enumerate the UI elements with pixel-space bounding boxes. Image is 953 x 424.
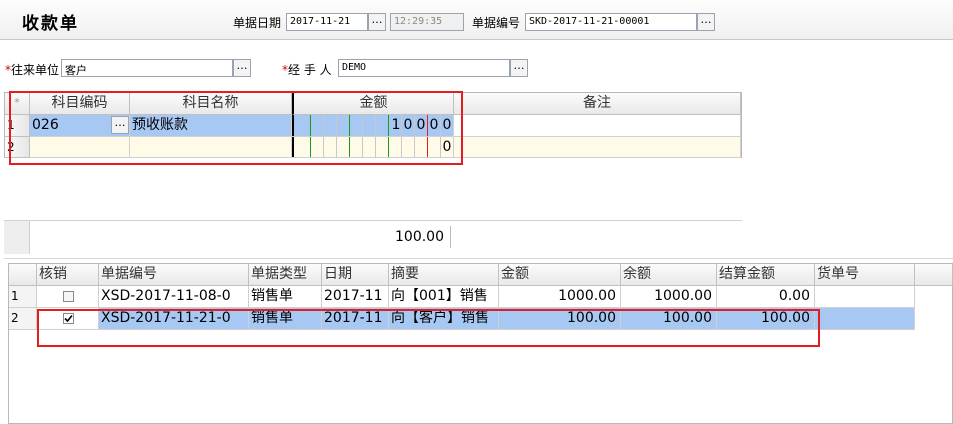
partner-label: 往来单位: [11, 63, 60, 77]
cell-settle[interactable]: 0.00: [717, 286, 815, 308]
grid-corner-bottom: [9, 264, 37, 286]
partner-label-wrap: *往来单位: [5, 61, 59, 78]
splitter-handle[interactable]: ....: [670, 252, 684, 261]
col-amount-bottom[interactable]: 金额: [499, 264, 621, 286]
verify-checkbox[interactable]: [63, 291, 74, 302]
splitter-line[interactable]: [4, 258, 953, 259]
cell-docno[interactable]: XSD-2017-11-08-0: [99, 286, 249, 308]
cell-cargo[interactable]: [815, 286, 915, 308]
cell-remark[interactable]: [454, 137, 741, 158]
cell-verify[interactable]: [37, 286, 99, 308]
date-label: 单据日期: [233, 16, 282, 30]
handler-input[interactable]: DEMO: [338, 59, 510, 77]
cell-balance[interactable]: 1000.00: [621, 286, 717, 308]
footer-row-header: [4, 221, 30, 254]
grid-footer: 100.00: [4, 220, 742, 254]
cell-amount-bottom[interactable]: 1000.00: [499, 286, 621, 308]
row-number: 1: [9, 286, 37, 308]
col-date[interactable]: 日期: [322, 264, 389, 286]
cell-remark[interactable]: [454, 115, 741, 137]
col-filler: [915, 264, 953, 286]
row-number: 2: [9, 308, 37, 330]
col-balance[interactable]: 余额: [621, 264, 717, 286]
col-doctype[interactable]: 单据类型: [249, 264, 322, 286]
time-field: 12:29:35: [390, 13, 464, 31]
cell-doctype[interactable]: 销售单: [249, 286, 322, 308]
cell-summary[interactable]: 向【001】销售: [389, 286, 499, 308]
cell-cargo[interactable]: [815, 308, 915, 330]
cell-date[interactable]: 2017-11: [322, 286, 389, 308]
partner-select-button[interactable]: …: [233, 59, 251, 77]
date-picker-button[interactable]: …: [368, 13, 386, 31]
page-title: 收款单: [22, 14, 79, 34]
highlight-box-top: [9, 91, 463, 165]
col-summary[interactable]: 摘要: [389, 264, 499, 286]
footer-divider: [450, 226, 451, 248]
amount-total: 100.00: [395, 229, 444, 245]
docno-button[interactable]: …: [697, 13, 715, 31]
highlight-box-bottom: [37, 309, 820, 347]
col-verify[interactable]: 核销: [37, 264, 99, 286]
docno-label: 单据编号: [472, 16, 521, 30]
handler-label-wrap: *经 手 人: [282, 61, 332, 78]
col-settle[interactable]: 结算金额: [717, 264, 815, 286]
partner-input[interactable]: 客户: [61, 59, 233, 77]
date-field[interactable]: 2017-11-21: [286, 13, 368, 31]
handler-label: 经 手 人: [288, 63, 332, 77]
handler-select-button[interactable]: …: [510, 59, 528, 77]
col-cargo[interactable]: 货单号: [815, 264, 915, 286]
docno-field[interactable]: SKD-2017-11-21-00001: [525, 13, 697, 31]
col-docno[interactable]: 单据编号: [99, 264, 249, 286]
col-remark[interactable]: 备注: [454, 93, 741, 115]
